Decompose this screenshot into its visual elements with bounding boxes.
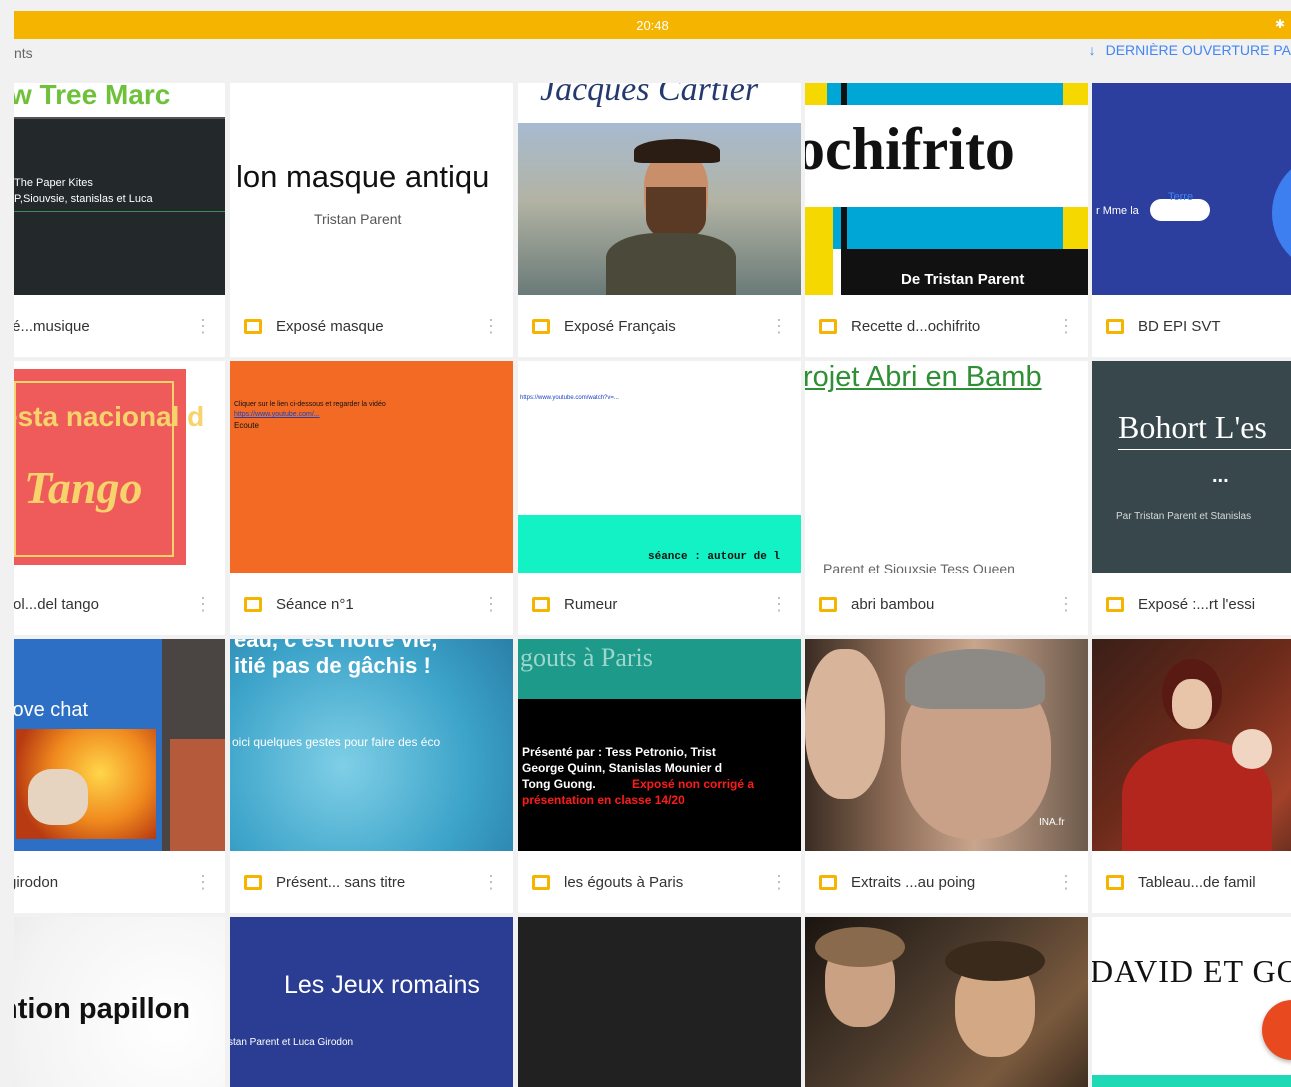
slides-icon <box>532 596 550 612</box>
file-card[interactable] <box>518 917 801 1087</box>
slides-icon <box>819 596 837 612</box>
file-thumbnail: https://www.youtube.com/watch?v=... séan… <box>518 361 801 573</box>
more-vert-icon[interactable]: ⋮ <box>481 317 501 335</box>
more-vert-icon[interactable]: ⋮ <box>193 317 213 335</box>
file-thumbnail: r Mme la Terre <box>1092 83 1291 295</box>
bluetooth-icon: ✱ <box>1274 17 1285 31</box>
file-thumbnail: rojet Abri en Bamb Parent et Siouxsie Te… <box>805 361 1088 573</box>
file-thumbnail: INA.fr <box>805 639 1088 851</box>
file-thumbnail: ntion papillon <box>14 917 225 1087</box>
more-vert-icon[interactable]: ⋮ <box>769 595 789 613</box>
file-title: Rumeur <box>564 595 618 613</box>
file-card[interactable]: Cliquer sur le lien ci-dessous et regard… <box>230 361 513 635</box>
section-title: nts <box>14 45 33 61</box>
sort-label: DERNIÈRE OUVERTURE PA <box>1105 42 1291 58</box>
file-thumbnail: Cliquer sur le lien ci-dessous et regard… <box>230 361 513 573</box>
more-vert-icon[interactable]: ⋮ <box>1056 873 1076 891</box>
file-thumbnail: gouts à Paris Présenté par : Tess Petron… <box>518 639 801 851</box>
file-card[interactable]: ntion papillon <box>14 917 225 1087</box>
file-thumbnail <box>518 917 801 1087</box>
slides-icon <box>1106 318 1124 334</box>
file-card[interactable]: w Tree Marc The Paper Kites P,Siouvsie, … <box>14 83 225 357</box>
file-title: BD EPI SVT <box>1138 317 1221 335</box>
slides-icon <box>244 874 262 890</box>
more-vert-icon[interactable]: ⋮ <box>481 873 501 891</box>
status-time: 20:48 <box>636 17 669 33</box>
slides-icon <box>532 874 550 890</box>
file-thumbnail: w Tree Marc The Paper Kites P,Siouvsie, … <box>14 83 225 295</box>
more-vert-icon[interactable]: ⋮ <box>769 317 789 335</box>
slides-icon <box>1106 874 1124 890</box>
sort-arrow-icon: ↓ <box>1088 42 1096 58</box>
file-title: pañol...del tango <box>14 595 99 613</box>
slides-icon <box>244 596 262 612</box>
file-thumbnail: love chat <box>14 639 225 851</box>
slides-icon <box>532 318 550 334</box>
file-card[interactable]: eau, c'est notre vie, itié pas de gâchis… <box>230 639 513 913</box>
file-card[interactable]: love chat ca girodon ⋮ <box>14 639 225 913</box>
file-thumbnail: lon masque antiqu Tristan Parent <box>230 83 513 295</box>
file-title: Exposé :...rt l'essi <box>1138 595 1256 613</box>
more-vert-icon[interactable]: ⋮ <box>769 873 789 891</box>
file-title: posé...musique <box>14 317 90 335</box>
file-title: abri bambou <box>851 595 935 613</box>
file-thumbnail: Jacques Cartier <box>518 83 801 295</box>
status-bar: 20:48 ✱ <box>14 11 1291 39</box>
slides-icon <box>244 318 262 334</box>
file-title: Exposé Français <box>564 317 676 335</box>
file-card[interactable]: r Mme la Terre BD EPI SVT⋮ <box>1092 83 1291 357</box>
file-card[interactable]: ochifrito De Tristan Parent Recette d...… <box>805 83 1088 357</box>
slides-icon <box>819 318 837 334</box>
more-vert-icon[interactable]: ⋮ <box>193 595 213 613</box>
file-card[interactable]: Les Jeux romains stan Parent et Luca Gir… <box>230 917 513 1087</box>
file-card[interactable]: Jacques Cartier Exposé Français ⋮ <box>518 83 801 357</box>
file-grid: w Tree Marc The Paper Kites P,Siouvsie, … <box>14 83 1291 1087</box>
sort-button[interactable]: ↓ DERNIÈRE OUVERTURE PA <box>1089 42 1291 58</box>
file-card[interactable]: INA.fr Extraits ...au poing ⋮ <box>805 639 1088 913</box>
file-title: Tableau...de famil <box>1138 873 1256 891</box>
slides-icon <box>1106 596 1124 612</box>
more-vert-icon[interactable]: ⋮ <box>1056 317 1076 335</box>
file-card[interactable]: rojet Abri en Bamb Parent et Siouxsie Te… <box>805 361 1088 635</box>
file-card[interactable]: Tableau...de famil⋮ <box>1092 639 1291 913</box>
file-title: Extraits ...au poing <box>851 873 976 891</box>
file-card[interactable]: https://www.youtube.com/watch?v=... séan… <box>518 361 801 635</box>
file-title: Recette d...ochifrito <box>851 317 981 335</box>
slides-icon <box>819 874 837 890</box>
file-thumbnail: eau, c'est notre vie, itié pas de gâchis… <box>230 639 513 851</box>
file-card[interactable]: Bohort L'es ... Par Tristan Parent et St… <box>1092 361 1291 635</box>
file-thumbnail <box>1092 639 1291 851</box>
file-title: Séance n°1 <box>276 595 354 613</box>
file-thumbnail <box>805 917 1088 1087</box>
file-thumbnail: Bohort L'es ... Par Tristan Parent et St… <box>1092 361 1291 573</box>
file-title: les égouts à Paris <box>564 873 684 891</box>
toolbar: nts ↓ DERNIÈRE OUVERTURE PA <box>14 39 1291 83</box>
file-card[interactable]: DAVID ET GOLI <box>1092 917 1291 1087</box>
file-card[interactable]: gouts à Paris Présenté par : Tess Petron… <box>518 639 801 913</box>
file-thumbnail: esta nacional d Tango <box>14 361 225 573</box>
more-vert-icon[interactable]: ⋮ <box>193 873 213 891</box>
file-title: Présent... sans titre <box>276 873 406 891</box>
more-vert-icon[interactable]: ⋮ <box>481 595 501 613</box>
file-card[interactable] <box>805 917 1088 1087</box>
file-title: ca girodon <box>14 873 59 891</box>
file-card[interactable]: esta nacional d Tango pañol...del tango ⋮ <box>14 361 225 635</box>
file-title: Exposé masque <box>276 317 384 335</box>
file-thumbnail: ochifrito De Tristan Parent <box>805 83 1088 295</box>
file-card[interactable]: lon masque antiqu Tristan Parent Exposé … <box>230 83 513 357</box>
file-thumbnail: DAVID ET GOLI <box>1092 917 1291 1087</box>
file-thumbnail: Les Jeux romains stan Parent et Luca Gir… <box>230 917 513 1087</box>
more-vert-icon[interactable]: ⋮ <box>1056 595 1076 613</box>
